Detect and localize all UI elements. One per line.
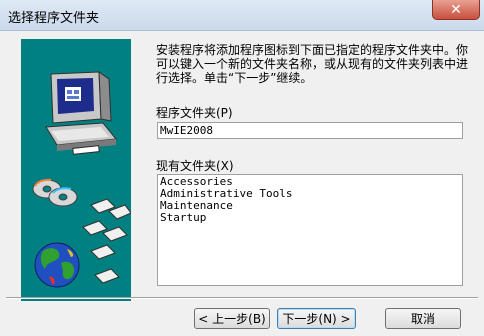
- instruction-text: 安装程序将添加程序图标到下面已指定的程序文件夹中。你可以键入一个新的文件夹名称，…: [156, 43, 469, 85]
- setup-dialog: 选择程序文件夹 ✕ 安装程序将添加程序图标到下面已指定的程序文件夹中。你可以键入…: [0, 0, 484, 336]
- installer-illustration: [21, 39, 132, 301]
- cancel-button[interactable]: 取消: [385, 308, 461, 329]
- close-button[interactable]: ✕: [432, 0, 480, 20]
- list-item[interactable]: Startup: [160, 212, 460, 224]
- program-folder-label: 程序文件夹(P): [156, 106, 233, 120]
- computer-disk-globe-image: [32, 71, 132, 288]
- title-bar[interactable]: 选择程序文件夹 ✕: [0, 0, 484, 31]
- window-title: 选择程序文件夹: [8, 11, 100, 26]
- divider: [6, 297, 478, 299]
- close-icon: ✕: [450, 1, 462, 18]
- cd-icon: [32, 178, 78, 207]
- back-button[interactable]: < 上一步(B): [194, 308, 270, 329]
- program-folder-input[interactable]: MwIE2008: [157, 122, 463, 139]
- dialog-body: 安装程序将添加程序图标到下面已指定的程序文件夹中。你可以键入一个新的文件夹名称，…: [6, 31, 478, 330]
- next-button[interactable]: 下一步(N) >: [277, 308, 356, 329]
- globe-icon: [34, 242, 80, 288]
- floppy-disk-icon: [82, 198, 132, 284]
- existing-folders-label: 现有文件夹(X): [156, 159, 234, 173]
- computer-icon: [45, 71, 117, 155]
- existing-folders-list[interactable]: Accessories Administrative Tools Mainten…: [157, 174, 463, 286]
